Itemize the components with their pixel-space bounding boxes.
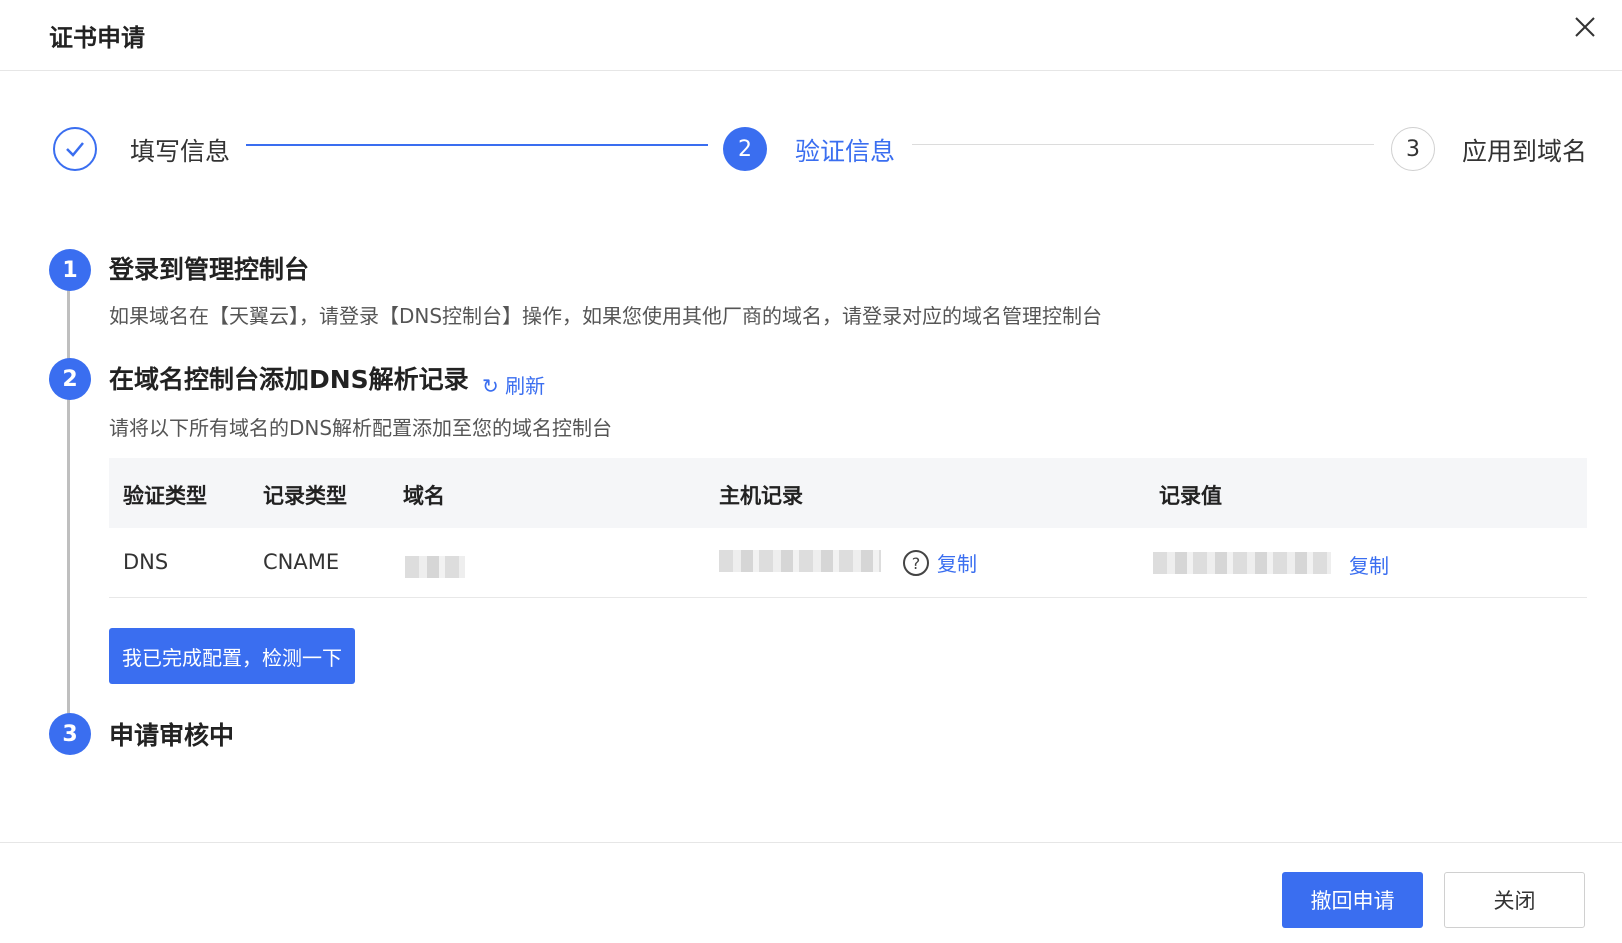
section-1-desc: 如果域名在【天翼云】，请登录【DNS控制台】操作，如果您使用其他厂商的域名，请登… (109, 304, 1103, 328)
steps-bar: 填写信息 2 验证信息 3 应用到域名 (0, 120, 1622, 180)
step-3-number: 3 (1391, 127, 1435, 171)
section-2-desc: 请将以下所有域名的DNS解析配置添加至您的域名控制台 (109, 416, 613, 440)
step-connector-pending (912, 144, 1374, 145)
cell-value-redacted (1153, 552, 1331, 574)
timeline-line (67, 268, 70, 728)
close-button[interactable]: 关闭 (1444, 872, 1585, 928)
table-header: 验证类型 记录类型 域名 主机记录 记录值 (109, 458, 1587, 528)
close-icon[interactable] (1572, 14, 1598, 40)
step-1-label: 填写信息 (130, 137, 231, 166)
refresh-link[interactable]: ↻ 刷新 (482, 370, 545, 399)
copy-value-button[interactable]: 复制 (1349, 550, 1389, 579)
step-2-number: 2 (723, 127, 767, 171)
col-host-record: 主机记录 (719, 484, 803, 508)
section-1-number: 1 (49, 249, 91, 291)
step-done-check-icon (53, 127, 97, 171)
help-icon[interactable]: ? (903, 550, 929, 576)
section-2-number: 2 (49, 358, 91, 400)
col-domain: 域名 (403, 484, 445, 508)
col-record-type: 记录类型 (263, 484, 347, 508)
step-2-label: 验证信息 (795, 137, 896, 166)
copy-host-button[interactable]: 复制 (937, 548, 977, 577)
refresh-icon: ↻ (482, 374, 499, 398)
cell-domain-redacted (405, 556, 465, 578)
step-3-label: 应用到域名 (1462, 137, 1588, 166)
section-1-title: 登录到管理控制台 (109, 255, 310, 284)
dialog-title: 证书申请 (49, 24, 145, 52)
refresh-label: 刷新 (505, 374, 546, 398)
dns-record-table: 验证类型 记录类型 域名 主机记录 记录值 DNS CNAME ? 复制 复制 (109, 458, 1587, 598)
table-row: DNS CNAME ? 复制 复制 (109, 528, 1587, 598)
revoke-button[interactable]: 撤回申请 (1282, 872, 1423, 928)
check-config-button[interactable]: 我已完成配置，检测一下 (109, 628, 355, 684)
section-3-number: 3 (49, 713, 91, 755)
cell-host-redacted (719, 550, 881, 572)
col-verify-type: 验证类型 (123, 484, 207, 508)
col-record-value: 记录值 (1159, 484, 1222, 508)
cell-verify-type: DNS (123, 550, 169, 574)
footer-divider (0, 842, 1622, 843)
section-3-title: 申请审核中 (109, 721, 235, 750)
cell-record-type: CNAME (263, 550, 340, 574)
section-2-title: 在域名控制台添加DNS解析记录 (109, 365, 469, 394)
step-connector-done (246, 144, 708, 146)
dialog-header: 证书申请 (0, 0, 1622, 71)
